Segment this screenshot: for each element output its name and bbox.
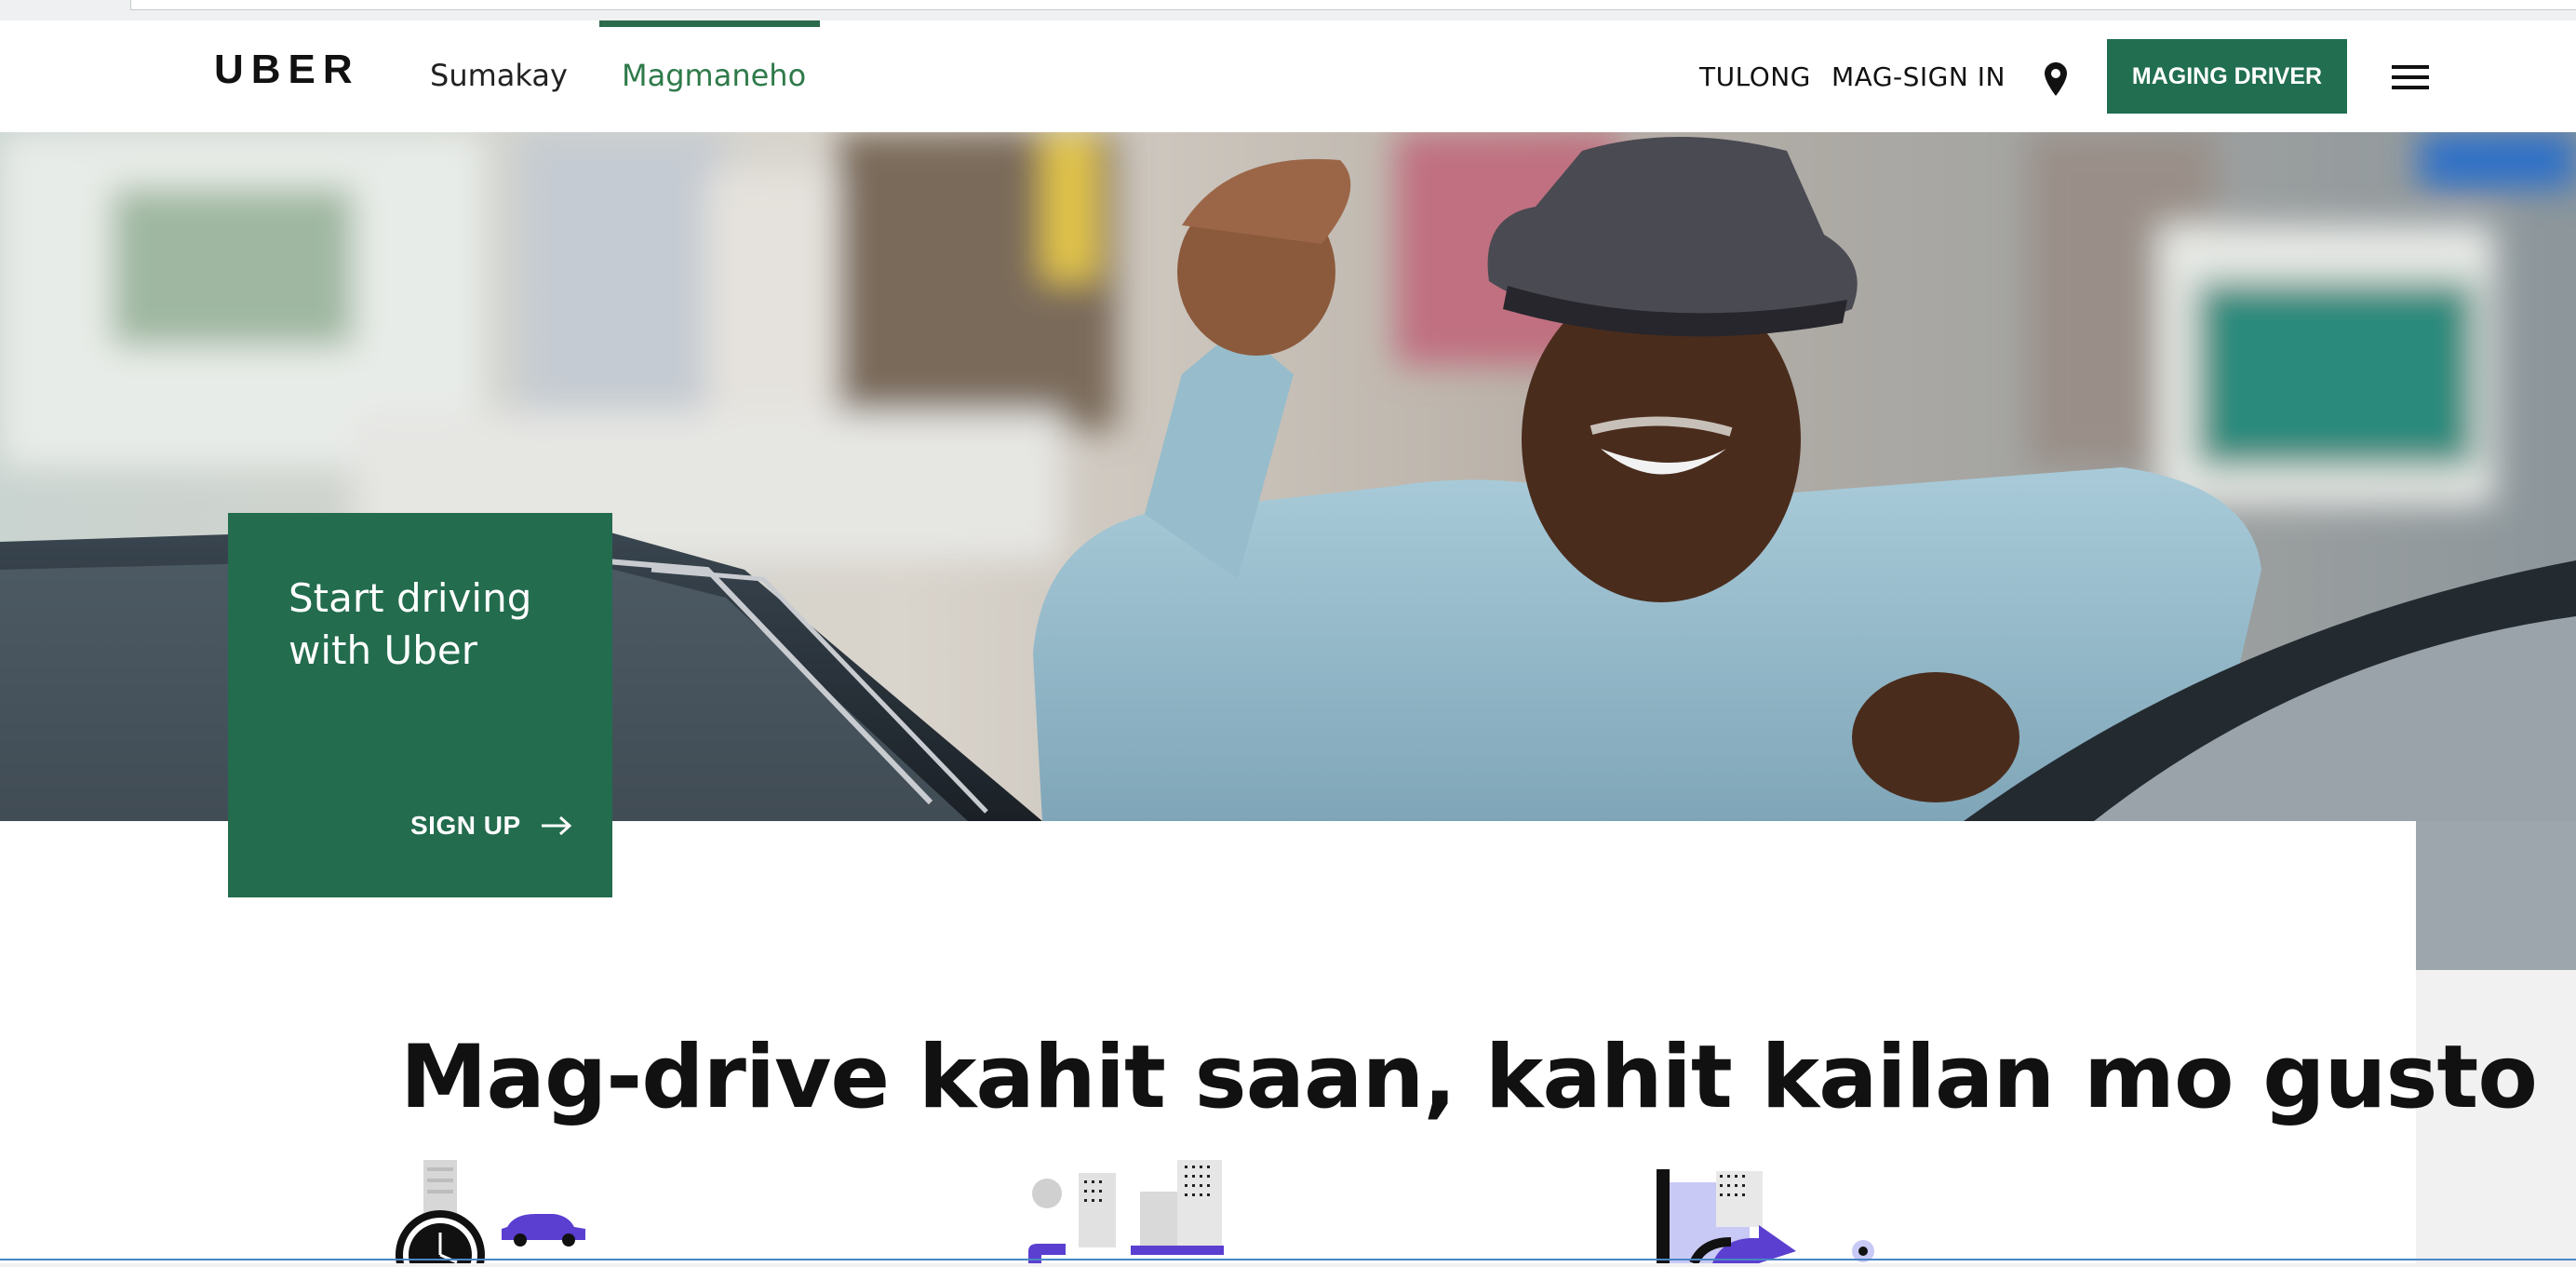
- promo-title: Start driving with Uber: [288, 575, 532, 673]
- phone-navigation-illustration: [1657, 1154, 1889, 1267]
- hamburger-menu-icon[interactable]: [2392, 65, 2429, 91]
- signin-link[interactable]: MAG-SIGN IN: [1831, 61, 2006, 92]
- active-tab-indicator: [599, 20, 820, 27]
- sign-up-label: SIGN UP: [410, 811, 521, 840]
- arrow-right-icon: [541, 815, 571, 836]
- watch-car-illustration: [396, 1154, 600, 1267]
- location-pin-icon[interactable]: [2044, 61, 2068, 97]
- page-headline: Mag-drive kahit saan, kahit kailan mo gu…: [400, 1026, 2538, 1128]
- sign-up-link[interactable]: SIGN UP: [410, 811, 573, 841]
- become-driver-button[interactable]: MAGING DRIVER: [2107, 39, 2347, 114]
- top-nav: UBER Sumakay Magmaneho TULONG MAG-SIGN I…: [0, 20, 2576, 132]
- nav-link-ride[interactable]: Sumakay: [430, 58, 568, 93]
- hero-image-edge: [2416, 821, 2576, 970]
- browser-toolbar: [0, 0, 2576, 20]
- window-edge: [0, 1259, 2576, 1260]
- city-illustration: [1028, 1154, 1224, 1267]
- address-bar[interactable]: [130, 0, 2576, 10]
- nav-link-drive[interactable]: Magmaneho: [622, 58, 806, 93]
- promo-card: Start driving with Uber SIGN UP: [228, 513, 612, 897]
- help-link[interactable]: TULONG: [1699, 61, 1811, 92]
- uber-logo[interactable]: UBER: [214, 47, 360, 93]
